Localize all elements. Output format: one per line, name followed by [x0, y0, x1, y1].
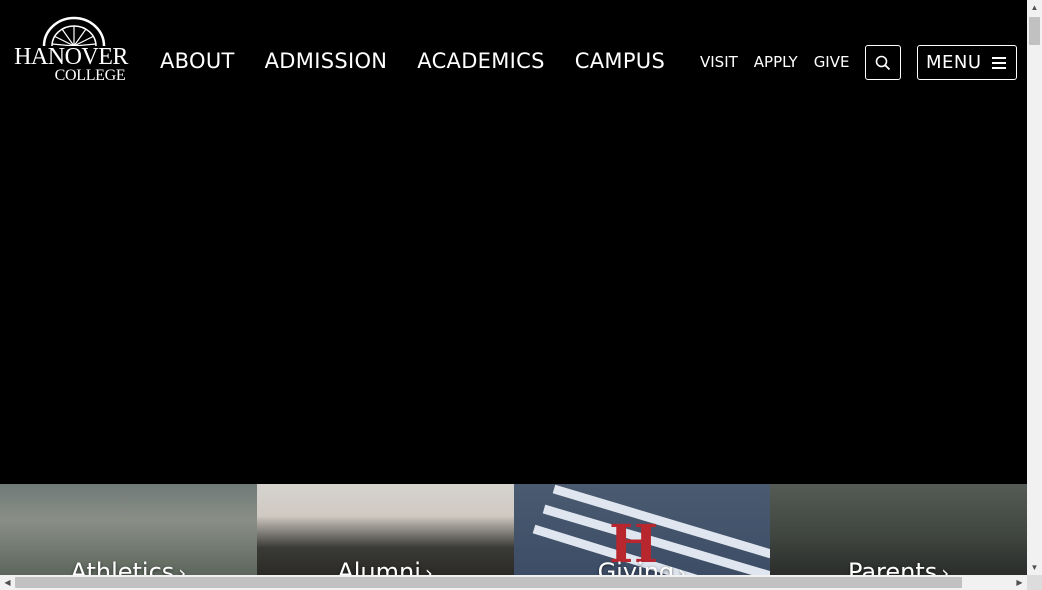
tile-athletics-label: Athletics	[70, 558, 175, 575]
scrollbar-corner	[1027, 575, 1042, 590]
page-viewport: HANOVER COLLEGE ABOUT ADMISSION ACADEMIC…	[0, 0, 1027, 575]
vertical-scrollbar[interactable]: ▲ ▼	[1027, 0, 1042, 575]
nav-admission[interactable]: ADMISSION	[265, 47, 388, 75]
tile-giving-label: Giving	[597, 558, 675, 575]
tile-alumni-label: Alumni	[337, 558, 421, 575]
search-button[interactable]	[865, 45, 901, 80]
menu-button[interactable]: MENU	[917, 45, 1017, 80]
quick-links-tiles: Athletics › Alumni › H Giving › Parents …	[0, 484, 1027, 575]
nav-apply[interactable]: APPLY	[754, 52, 798, 72]
tile-alumni-label-wrap: Alumni ›	[257, 558, 514, 575]
horizontal-scroll-thumb[interactable]	[15, 577, 962, 588]
tile-giving-label-wrap: Giving ›	[514, 558, 771, 575]
hamburger-icon	[991, 56, 1006, 69]
site-header: HANOVER COLLEGE ABOUT ADMISSION ACADEMIC…	[0, 0, 1027, 125]
archway-logo-icon	[42, 16, 106, 46]
scroll-up-arrow-icon[interactable]: ▲	[1027, 0, 1042, 15]
tile-giving[interactable]: H Giving ›	[513, 484, 771, 575]
tile-alumni[interactable]: Alumni ›	[256, 484, 514, 575]
nav-visit[interactable]: VISIT	[700, 52, 738, 72]
logo-wordmark-bottom: COLLEGE	[54, 67, 126, 84]
primary-nav: ABOUT ADMISSION ACADEMICS CAMPUS	[160, 47, 695, 75]
scroll-right-arrow-icon[interactable]: ▶	[1012, 575, 1027, 590]
tile-parents-label: Parents	[847, 558, 938, 575]
scroll-left-arrow-icon[interactable]: ◀	[0, 575, 15, 590]
horizontal-scrollbar[interactable]: ◀ ▶	[0, 575, 1027, 590]
nav-about[interactable]: ABOUT	[160, 47, 235, 75]
vertical-scroll-thumb[interactable]	[1029, 17, 1040, 45]
chevron-right-icon: ›	[178, 561, 187, 575]
search-icon	[875, 55, 891, 70]
hanover-college-logo[interactable]: HANOVER COLLEGE	[12, 16, 128, 88]
menu-button-label: MENU	[926, 52, 982, 73]
chevron-right-icon: ›	[424, 561, 433, 575]
chevron-right-icon: ›	[941, 561, 950, 575]
chevron-right-icon: ›	[678, 561, 687, 575]
tile-parents-label-wrap: Parents ›	[770, 558, 1027, 575]
nav-campus[interactable]: CAMPUS	[575, 47, 665, 75]
logo-wordmark-top: HANOVER	[14, 44, 128, 70]
nav-academics[interactable]: ACADEMICS	[417, 47, 544, 75]
tile-parents[interactable]: Parents ›	[770, 484, 1027, 575]
tile-athletics-label-wrap: Athletics ›	[0, 558, 257, 575]
tile-athletics[interactable]: Athletics ›	[0, 484, 257, 575]
nav-give[interactable]: GIVE	[814, 52, 850, 72]
utility-nav: VISIT APPLY GIVE	[700, 52, 865, 72]
scroll-down-arrow-icon[interactable]: ▼	[1027, 560, 1042, 575]
